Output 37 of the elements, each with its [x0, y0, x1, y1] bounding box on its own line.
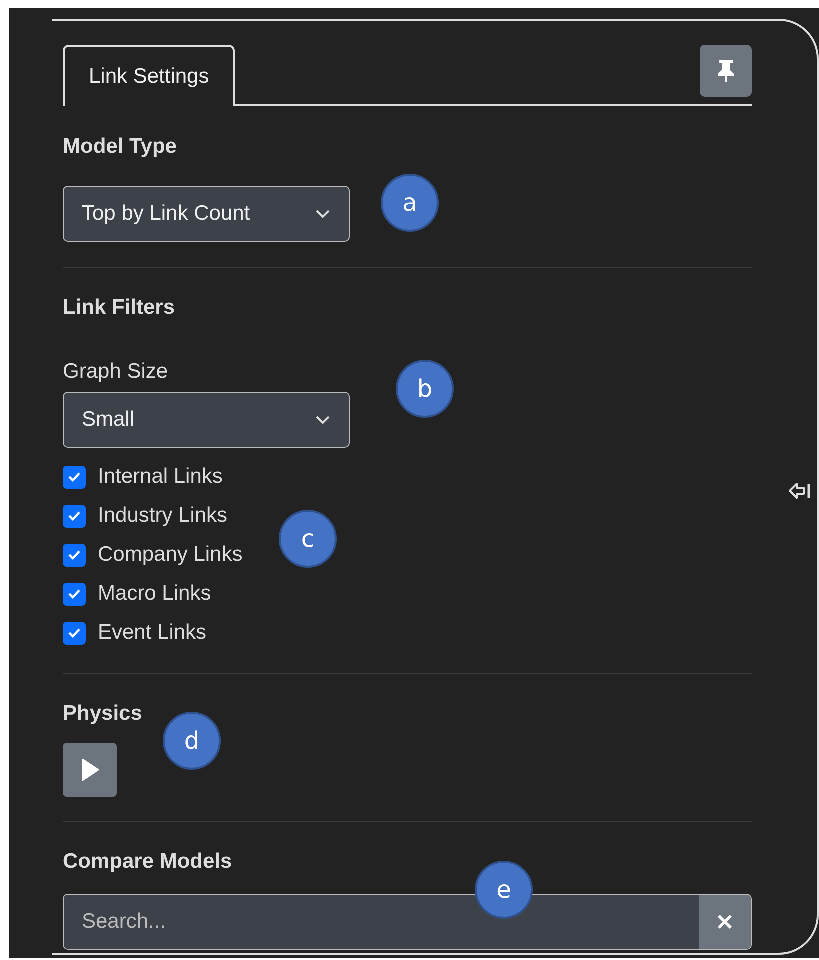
- play-button[interactable]: [63, 743, 117, 797]
- checkbox-label[interactable]: Industry Links: [98, 500, 228, 532]
- check-icon: [68, 628, 81, 638]
- pin-icon: [717, 59, 735, 83]
- checkbox[interactable]: [63, 622, 86, 644]
- check-icon: [68, 472, 81, 482]
- check-icon: [68, 550, 81, 560]
- clear-button[interactable]: [699, 894, 751, 948]
- checkbox[interactable]: [63, 544, 86, 566]
- section-label: Compare Models: [63, 849, 234, 875]
- callout-marker: e: [475, 861, 533, 919]
- close-icon: [717, 914, 733, 930]
- check-icon: [68, 589, 81, 599]
- checkbox[interactable]: [63, 582, 86, 606]
- callout-marker: d: [163, 712, 221, 770]
- field-label: Graph Size: [63, 359, 170, 385]
- chevron-down-icon: [315, 208, 331, 218]
- pin-button[interactable]: [700, 45, 752, 97]
- graph-size-select[interactable]: Small: [63, 392, 350, 448]
- section-label: Model Type: [63, 134, 178, 160]
- checkbox-label[interactable]: Event Links: [98, 617, 207, 649]
- checkbox-label[interactable]: Macro Links: [98, 578, 212, 610]
- checkbox[interactable]: [63, 504, 86, 528]
- checkbox-label[interactable]: Internal Links: [98, 461, 223, 493]
- model-type-select[interactable]: Top by Link Count: [63, 186, 350, 242]
- collapse-icon[interactable]: [788, 482, 812, 500]
- callout-marker: a: [381, 174, 439, 232]
- callout-marker: b: [396, 360, 454, 418]
- section-label: Physics: [63, 700, 144, 726]
- tab[interactable]: Link Settings: [63, 45, 236, 106]
- section-label: Link Filters: [63, 294, 176, 320]
- callout-marker: c: [279, 510, 337, 568]
- check-icon: [68, 511, 81, 521]
- checkbox[interactable]: [63, 466, 86, 488]
- chevron-down-icon: [315, 414, 331, 424]
- checkbox-label[interactable]: Company Links: [98, 539, 243, 571]
- play-icon: [81, 759, 99, 781]
